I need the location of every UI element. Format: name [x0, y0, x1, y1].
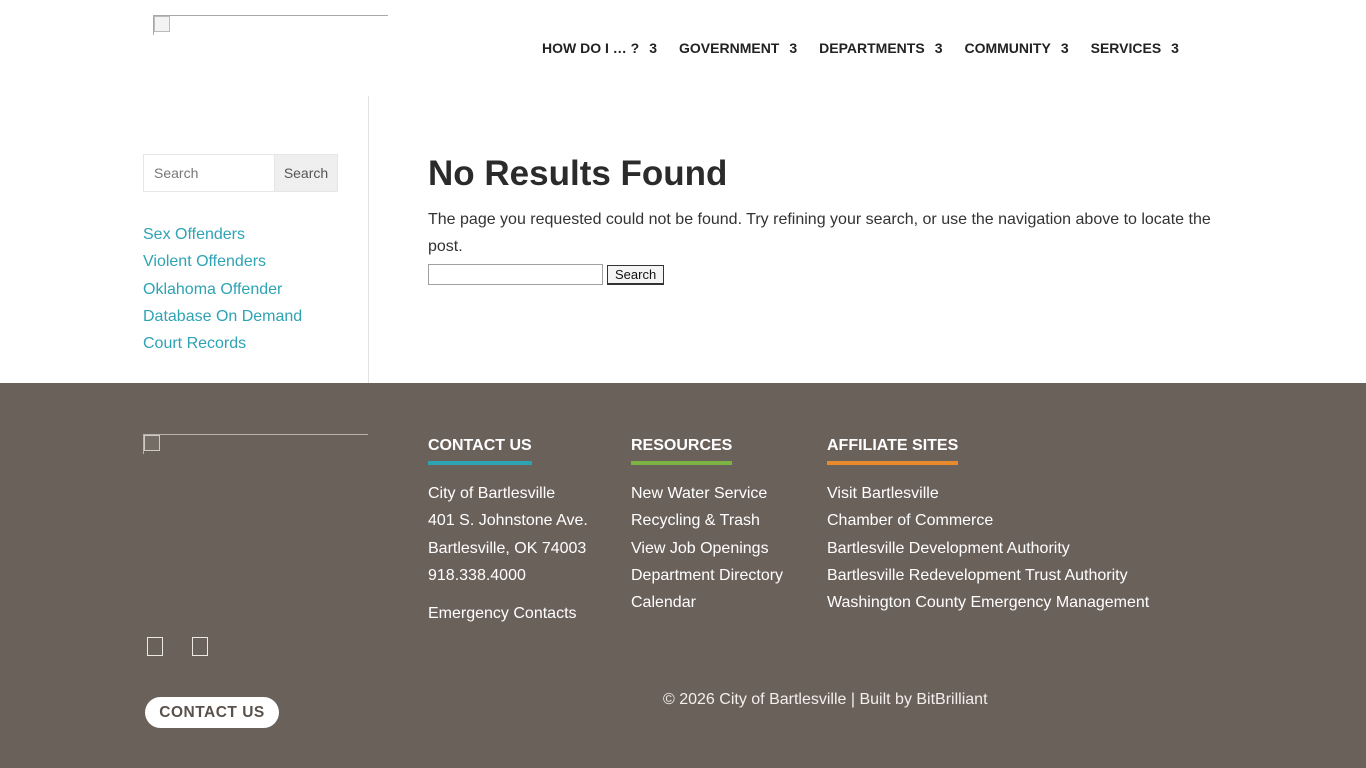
- page-title: No Results Found: [428, 154, 728, 193]
- resource-link[interactable]: View Job Openings: [631, 535, 783, 562]
- sidebar-divider: [368, 96, 369, 383]
- footer-heading-resources: RESOURCES: [631, 437, 733, 465]
- chevron-down-icon: 3: [789, 40, 798, 56]
- broken-image-icon: [154, 16, 170, 32]
- affiliate-link[interactable]: Visit Bartlesville: [827, 480, 1149, 507]
- nav-item-label: DEPARTMENTS: [819, 40, 925, 56]
- main-nav: HOW DO I … ? 3 GOVERNMENT 3 DEPARTMENTS 3 C…: [542, 38, 1179, 58]
- facebook-icon[interactable]: [147, 637, 163, 656]
- nav-item-label: HOW DO I … ?: [542, 40, 640, 56]
- contact-us-button[interactable]: CONTACT US: [145, 697, 279, 728]
- sidebar-link-sex-offenders[interactable]: Sex Offenders: [143, 221, 302, 248]
- footer-resources: RESOURCES New Water Service Recycling & …: [631, 437, 783, 616]
- affiliate-link[interactable]: Chamber of Commerce: [827, 507, 1149, 534]
- chevron-down-icon: 3: [1171, 40, 1179, 56]
- contact-name: City of Bartlesville: [428, 485, 556, 502]
- footer-affiliates: AFFILIATE SITES Visit Bartlesville Chamb…: [827, 437, 1149, 616]
- contact-lines: City of Bartlesville 401 S. Johnstone Av…: [428, 480, 588, 589]
- not-found-message: The page you requested could not be foun…: [428, 211, 1211, 255]
- contact-city: Bartlesville, OK 74003: [428, 539, 587, 557]
- nav-item-services[interactable]: SERVICES 3: [1091, 38, 1179, 58]
- contact-address: 401 S. Johnstone Ave.: [428, 512, 588, 530]
- resource-link[interactable]: Calendar: [631, 589, 783, 616]
- nav-item-government[interactable]: GOVERNMENT 3: [679, 38, 797, 58]
- resources-links: New Water Service Recycling & Trash View…: [631, 480, 783, 616]
- sidebar-link-oklahoma-offender[interactable]: Oklahoma Offender: [143, 276, 302, 303]
- resource-link[interactable]: Recycling & Trash: [631, 507, 783, 534]
- sidebar-link-database-on-demand[interactable]: Database On Demand: [143, 303, 302, 330]
- nav-item-label: GOVERNMENT: [679, 40, 780, 56]
- emergency-contacts-link[interactable]: Emergency Contacts: [428, 605, 588, 623]
- footer-contact: CONTACT US City of Bartlesville 401 S. J…: [428, 437, 588, 623]
- sidebar-links: Sex Offenders Violent Offenders Oklahoma…: [143, 221, 302, 357]
- resource-link[interactable]: New Water Service: [631, 480, 783, 507]
- main-search-button[interactable]: Search: [607, 264, 665, 285]
- nav-item-community[interactable]: COMMUNITY 3: [964, 38, 1068, 58]
- chevron-down-icon: 3: [1060, 40, 1069, 56]
- nav-item-label: SERVICES: [1090, 40, 1162, 56]
- sidebar-link-court-records[interactable]: Court Records: [143, 330, 302, 357]
- footer-heading-affiliates: AFFILIATE SITES: [827, 437, 959, 465]
- affiliate-link[interactable]: Bartlesville Redevelopment Trust Authori…: [827, 562, 1149, 589]
- main-search: Search: [428, 264, 665, 285]
- site-header: HOW DO I … ? 3 GOVERNMENT 3 DEPARTMENTS 3 C…: [0, 0, 1366, 96]
- affiliate-link[interactable]: Bartlesville Development Authority: [827, 535, 1149, 562]
- site-footer: CONTACT US City of Bartlesville 401 S. J…: [0, 383, 1366, 768]
- nav-item-how-do-i[interactable]: HOW DO I … ? 3: [542, 38, 657, 58]
- twitter-icon[interactable]: [192, 637, 208, 656]
- nav-item-label: COMMUNITY: [964, 40, 1051, 56]
- sidebar-search-input[interactable]: [143, 154, 274, 192]
- footer-logo[interactable]: [143, 434, 368, 454]
- chevron-down-icon: 3: [649, 40, 658, 56]
- broken-image-icon: [144, 435, 160, 451]
- main-search-input[interactable]: [428, 264, 603, 285]
- chevron-down-icon: 3: [934, 40, 943, 56]
- contact-phone[interactable]: 918.338.4000: [428, 562, 588, 589]
- site-logo[interactable]: [153, 15, 388, 35]
- sidebar-link-violent-offenders[interactable]: Violent Offenders: [143, 248, 302, 275]
- sidebar-search: Search: [143, 154, 338, 192]
- resource-link[interactable]: Department Directory: [631, 562, 783, 589]
- nav-item-departments[interactable]: DEPARTMENTS 3: [819, 38, 942, 58]
- affiliate-link[interactable]: Washington County Emergency Management: [827, 589, 1149, 616]
- sidebar-search-button[interactable]: Search: [274, 154, 338, 192]
- affiliate-links: Visit Bartlesville Chamber of Commerce B…: [827, 480, 1149, 616]
- footer-heading-contact: CONTACT US: [428, 437, 532, 465]
- copyright-text: © 2026 City of Bartlesville | Built by B…: [663, 691, 988, 708]
